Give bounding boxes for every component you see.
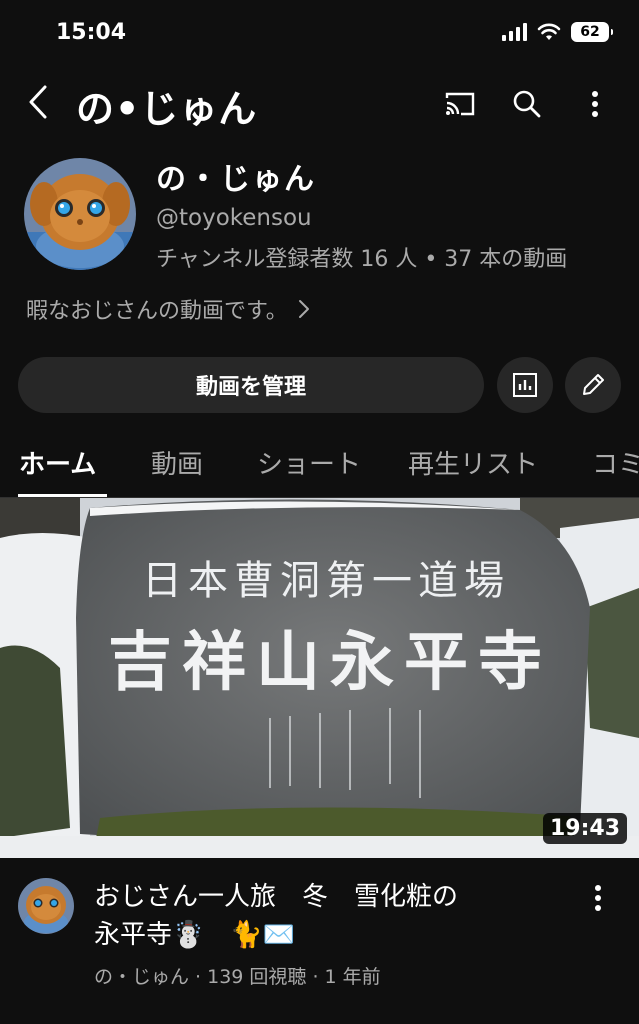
channel-avatar[interactable] (24, 158, 136, 270)
video-thumbnail[interactable]: 日本曹洞第一道場 吉祥山永平寺 19:43 (0, 498, 639, 858)
video-more-options-button[interactable] (583, 880, 613, 916)
edit-channel-button[interactable] (565, 357, 621, 413)
chevron-right-icon (298, 300, 309, 318)
search-button[interactable] (507, 84, 547, 124)
cast-icon (445, 92, 475, 116)
manage-videos-button[interactable]: 動画を管理 (18, 357, 484, 413)
video-title-line-1: おじさん一人旅 冬 雪化粧の (94, 882, 459, 912)
more-vert-icon (592, 91, 598, 117)
tab-videos[interactable]: 動画 (151, 444, 203, 481)
tab-playlists[interactable]: 再生リスト (408, 444, 538, 481)
video-meta: の・じゅん · 139 回視聴 · 1 年前 (94, 966, 381, 988)
analytics-button[interactable] (497, 357, 553, 413)
page-title: の•じゅん (76, 87, 258, 131)
video-duration: 19:43 (542, 813, 627, 844)
edit-icon (583, 374, 604, 395)
tab-community[interactable]: コミ (592, 444, 639, 481)
stone-inscription-main: 吉祥山永平寺 (108, 625, 552, 700)
status-bar: 15:04 62 (0, 0, 639, 66)
back-button[interactable] (20, 80, 56, 124)
more-options-button[interactable] (575, 84, 615, 124)
back-icon (29, 85, 47, 119)
channel-handle: @toyokensou (156, 205, 312, 231)
stone-inscription-top: 日本曹洞第一道場 (142, 558, 510, 604)
more-vert-icon (595, 885, 601, 911)
channel-description[interactable]: 暇なおじさんの動画です。 (26, 293, 310, 325)
search-icon (513, 90, 541, 118)
cellular-signal-icon (502, 23, 527, 41)
video-channel-avatar[interactable] (18, 878, 74, 934)
thumbnail-image: 日本曹洞第一道場 吉祥山永平寺 (0, 498, 639, 858)
channel-name: の・じゅん (156, 162, 316, 197)
channel-description-text: 暇なおじさんの動画です。 (26, 299, 288, 324)
cast-button[interactable] (440, 84, 480, 124)
status-icons: 62 (502, 22, 613, 42)
app-bar: の•じゅん (0, 66, 639, 138)
analytics-icon (513, 373, 537, 397)
battery-icon: 62 (571, 22, 613, 42)
tab-home[interactable]: ホーム (19, 444, 96, 481)
wifi-icon (537, 23, 561, 40)
channel-tabs: ホーム 動画 ショート 再生リスト コミ (0, 430, 639, 498)
tab-shorts[interactable]: ショート (257, 444, 361, 481)
status-time: 15:04 (56, 20, 127, 45)
video-title[interactable]: おじさん一人旅 冬 雪化粧の 永平寺☃️ 🐈✉️ (94, 878, 564, 954)
channel-stats: チャンネル登録者数 16 人 • 37 本の動画 (156, 247, 568, 272)
video-title-line-2: 永平寺☃️ 🐈✉️ (94, 920, 296, 950)
